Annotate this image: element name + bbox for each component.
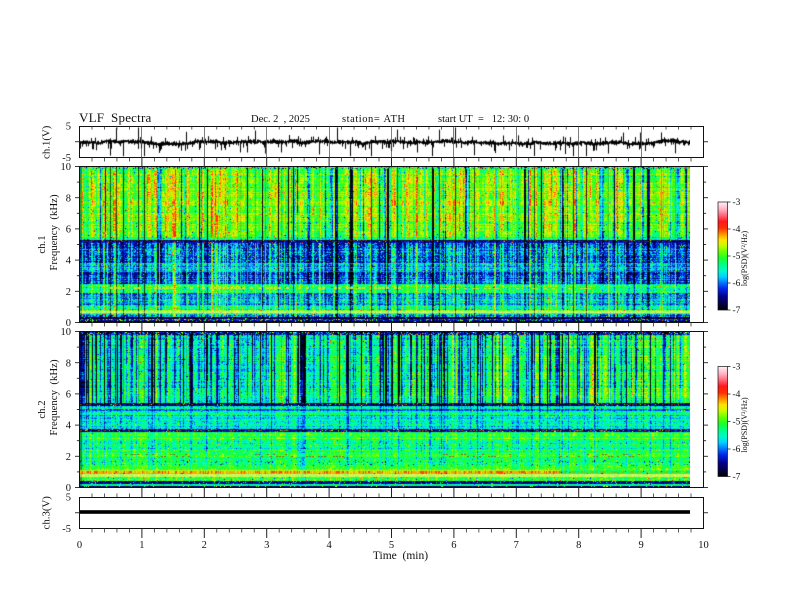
svg-text:5: 5 — [66, 493, 71, 504]
svg-text:5: 5 — [66, 121, 71, 132]
svg-text:4: 4 — [66, 421, 72, 432]
svg-text:start UT = 12: 30: 0: start UT = 12: 30: 0 — [438, 114, 529, 125]
svg-text:Dec. 2 , 2025: Dec. 2 , 2025 — [251, 114, 310, 125]
svg-text:2: 2 — [66, 452, 71, 463]
svg-text:7: 7 — [514, 540, 519, 551]
svg-text:2: 2 — [202, 540, 207, 551]
svg-text:ch.1(V): ch.1(V) — [40, 125, 52, 159]
svg-text:station= ATH: station= ATH — [342, 114, 406, 125]
svg-text:10: 10 — [61, 162, 72, 173]
svg-text:Frequency (kHz): Frequency (kHz) — [48, 359, 60, 436]
svg-text:-7: -7 — [733, 473, 741, 483]
svg-text:VLF Spectra: VLF Spectra — [79, 110, 151, 125]
svg-text:8: 8 — [576, 540, 581, 551]
svg-text:8: 8 — [66, 193, 71, 204]
svg-text:0: 0 — [77, 540, 82, 551]
svg-text:log(PSD)(V²/Hz): log(PSD)(V²/Hz) — [740, 397, 749, 453]
svg-text:1: 1 — [139, 540, 144, 551]
svg-text:ch.1: ch.1 — [36, 235, 48, 253]
svg-text:6: 6 — [451, 540, 456, 551]
svg-text:ch.2: ch.2 — [36, 400, 48, 418]
svg-text:3: 3 — [264, 540, 269, 551]
svg-text:Time (min): Time (min) — [373, 550, 428, 562]
svg-text:Frequency (kHz): Frequency (kHz) — [48, 194, 60, 271]
svg-text:10: 10 — [61, 327, 72, 338]
svg-text:8: 8 — [66, 358, 71, 369]
svg-text:ch.3(V): ch.3(V) — [40, 496, 52, 530]
svg-text:2: 2 — [66, 287, 71, 298]
svg-text:6: 6 — [66, 225, 71, 236]
svg-text:4: 4 — [66, 256, 72, 267]
svg-text:10: 10 — [698, 540, 709, 551]
svg-text:-5: -5 — [62, 524, 71, 535]
svg-text:9: 9 — [638, 540, 643, 551]
svg-text:-3: -3 — [733, 198, 741, 208]
svg-text:-7: -7 — [733, 306, 741, 316]
svg-text:0: 0 — [66, 483, 71, 494]
svg-text:-3: -3 — [733, 363, 741, 373]
svg-text:4: 4 — [326, 540, 332, 551]
svg-text:log(PSD)(V²/Hz): log(PSD)(V²/Hz) — [740, 231, 749, 287]
svg-text:6: 6 — [66, 390, 71, 401]
